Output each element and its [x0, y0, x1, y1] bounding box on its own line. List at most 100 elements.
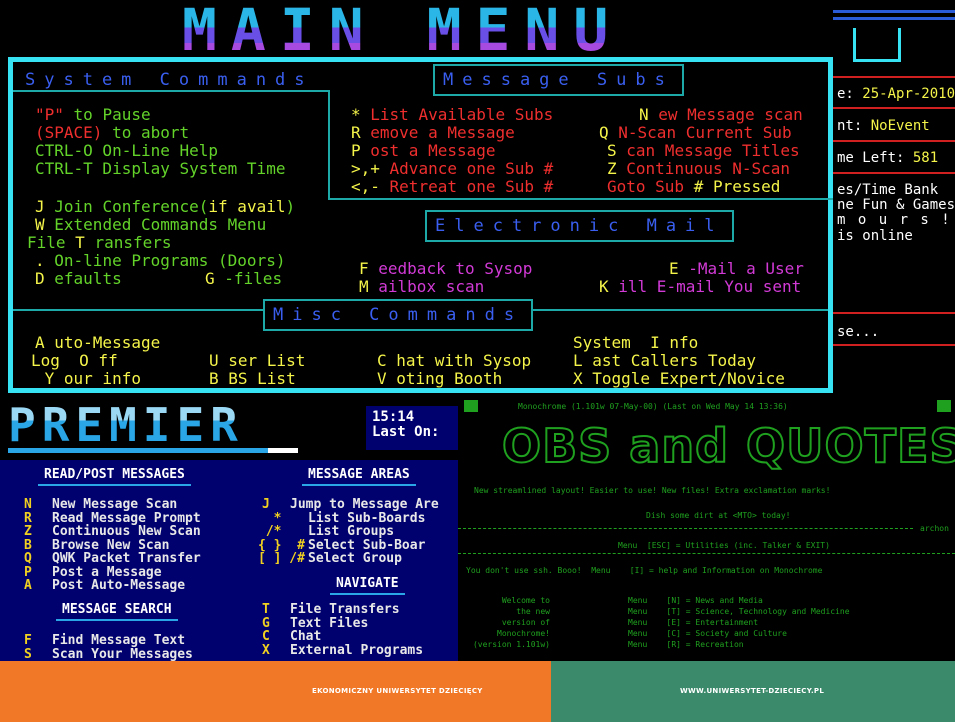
navigate-key[interactable]: C: [262, 630, 270, 644]
read-post-item[interactable]: Post Auto-Message: [52, 579, 185, 593]
obs-quotes-logo: OBS and QUOTES: [501, 418, 955, 474]
monochrome-menu-item[interactable]: Menu [N] = News and Media: [628, 596, 763, 605]
monochrome-panel: Monochrome (1.101w 07-May-00) (Last on W…: [458, 398, 955, 661]
auto-message-item[interactable]: A uto-Message: [35, 334, 160, 352]
footer-right-band[interactable]: WWW.UNIWERSYTET-DZIECIECY.PL: [551, 661, 955, 722]
read-post-item[interactable]: Continuous New Scan: [52, 525, 201, 539]
fun-games-line: ne Fun & Games: [837, 197, 955, 213]
message-areas-item[interactable]: Jump to Message Are: [290, 498, 439, 512]
rumours-line: m o u r s !!: [837, 212, 955, 228]
footer-left-text: EKONOMICZNY UNIWERSYTET DZIECIĘCY: [312, 687, 483, 695]
advance-sub-item[interactable]: >,+ Advance one Sub #: [351, 160, 553, 178]
navigate-key[interactable]: X: [262, 643, 270, 658]
message-search-key[interactable]: F: [24, 634, 32, 648]
premier-logo: PREMIER: [8, 398, 244, 452]
read-post-item[interactable]: Post a Message: [52, 565, 162, 580]
system-commands-header: System Commands: [25, 70, 314, 90]
panel-rule: [833, 107, 955, 109]
message-search-item[interactable]: Find Message Text: [52, 634, 185, 648]
tagline: New streamlined layout! Easier to use! N…: [474, 486, 831, 495]
monochrome-menu-item[interactable]: Menu [T] = Science, Technology and Medic…: [628, 607, 850, 616]
navigate-key[interactable]: T: [262, 603, 270, 617]
read-post-key[interactable]: P: [24, 565, 32, 580]
monochrome-menu-item[interactable]: Menu [R] = Recreation: [628, 640, 744, 649]
system-info-item[interactable]: System I nfo: [573, 334, 698, 352]
bbs-list-item[interactable]: B BS List: [209, 370, 296, 388]
new-message-scan-item[interactable]: N ew Message scan: [639, 106, 803, 124]
read-post-item[interactable]: New Message Scan: [52, 498, 177, 512]
feedback-sysop-item[interactable]: F eedback to Sysop: [359, 260, 532, 278]
kill-email-item[interactable]: K ill E-mail You sent: [599, 278, 801, 296]
read-post-item[interactable]: Browse New Scan: [52, 538, 169, 553]
welcome-line: version of: [501, 618, 550, 627]
title-banner: MAIN MENU: [0, 0, 955, 62]
read-post-key[interactable]: R: [24, 511, 32, 526]
message-search-item[interactable]: Scan Your Messages: [52, 647, 193, 662]
your-info-item[interactable]: Y our info: [35, 370, 141, 388]
defaults-item[interactable]: D efaults: [35, 270, 122, 288]
message-areas-key[interactable]: [ ] /#: [258, 552, 305, 566]
logo-underline: [8, 448, 268, 453]
read-post-item[interactable]: QWK Packet Transfer: [52, 552, 201, 566]
message-areas-item[interactable]: Select Sub-Boar: [308, 538, 425, 553]
help-hint: CTRL-O On-Line Help: [35, 141, 219, 160]
welcome-line: the new: [516, 607, 550, 616]
navigate-key[interactable]: G: [262, 616, 270, 631]
read-post-key[interactable]: N: [24, 498, 32, 512]
message-areas-key[interactable]: J: [262, 498, 270, 512]
monochrome-menu-item[interactable]: Menu [E] = Entertainment: [628, 618, 758, 627]
message-areas-item[interactable]: Select Group: [308, 552, 402, 566]
post-message-item[interactable]: P ost a Message: [351, 142, 496, 160]
last-on-label: Last On:: [372, 424, 440, 440]
email-user-item[interactable]: E -Mail a User: [669, 260, 804, 278]
read-post-key[interactable]: A: [24, 579, 32, 593]
message-search-key[interactable]: S: [24, 647, 32, 662]
read-post-key[interactable]: B: [24, 538, 32, 553]
file-transfers-item[interactable]: File T ransfers: [27, 234, 172, 252]
section-divider: [328, 198, 833, 200]
welcome-line: (version 1.101w): [472, 640, 550, 649]
continuous-nscan-item[interactable]: Z Continuous N-Scan: [607, 160, 790, 178]
monochrome-menu-item[interactable]: Menu [C] = Society and Culture: [628, 629, 787, 638]
list-subs-item[interactable]: * List Available Subs: [351, 106, 553, 124]
join-conference-item[interactable]: J Join Conference(if avail): [35, 198, 295, 216]
date-line: e: 25-Apr-2010: [837, 86, 955, 102]
extended-commands-item[interactable]: W Extended Commands Menu: [35, 216, 266, 234]
goto-sub-item[interactable]: Goto Sub # Pressed: [607, 178, 780, 196]
message-areas-item[interactable]: List Groups: [308, 525, 394, 539]
message-areas-key[interactable]: { } #: [258, 538, 305, 553]
navigate-item[interactable]: Text Files: [290, 616, 368, 631]
remove-message-item[interactable]: R emove a Message: [351, 124, 515, 142]
main-menu-title: MAIN MENU: [182, 1, 642, 59]
navigate-item[interactable]: File Transfers: [290, 603, 400, 617]
footer-url-link[interactable]: WWW.UNIWERSYTET-DZIECIECY.PL: [680, 687, 824, 695]
message-areas-item[interactable]: List Sub-Boards: [308, 511, 425, 526]
nscan-current-item[interactable]: Q N-Scan Current Sub: [599, 124, 792, 142]
online-line: is online: [837, 228, 913, 244]
corner-marker: [937, 400, 951, 412]
monochrome-header: Monochrome (1.101w 07-May-00) (Last on W…: [518, 402, 788, 411]
chat-sysop-item[interactable]: C hat with Sysop: [377, 352, 531, 370]
message-areas-key[interactable]: /*: [258, 525, 282, 539]
read-post-item[interactable]: Read Message Prompt: [52, 511, 201, 526]
toggle-expert-item[interactable]: X Toggle Expert/Novice: [573, 370, 785, 388]
dirt-line: Dish some dirt at <MTO> today!: [646, 511, 791, 520]
user-list-item[interactable]: U ser List: [209, 352, 305, 370]
panel-rule: [833, 17, 955, 20]
last-callers-item[interactable]: L ast Callers Today: [573, 352, 756, 370]
panel-rule: [833, 344, 955, 346]
voting-booth-item[interactable]: V oting Booth: [377, 370, 502, 388]
message-areas-key[interactable]: *: [258, 511, 282, 526]
retreat-sub-item[interactable]: <,- Retreat one Sub #: [351, 178, 553, 196]
read-post-key[interactable]: Z: [24, 525, 32, 539]
panel-rule: [833, 172, 955, 174]
online-programs-item[interactable]: . On-line Programs (Doors): [35, 252, 285, 270]
navigate-item[interactable]: External Programs: [290, 643, 423, 658]
g-files-item[interactable]: G -files: [205, 270, 282, 288]
scan-titles-item[interactable]: S can Message Titles: [607, 142, 800, 160]
corner-marker: [464, 400, 478, 412]
logoff-item[interactable]: Log O ff: [31, 352, 118, 370]
navigate-item[interactable]: Chat: [290, 630, 321, 644]
mailbox-scan-item[interactable]: M ailbox scan: [359, 278, 484, 296]
read-post-key[interactable]: Q: [24, 552, 32, 566]
